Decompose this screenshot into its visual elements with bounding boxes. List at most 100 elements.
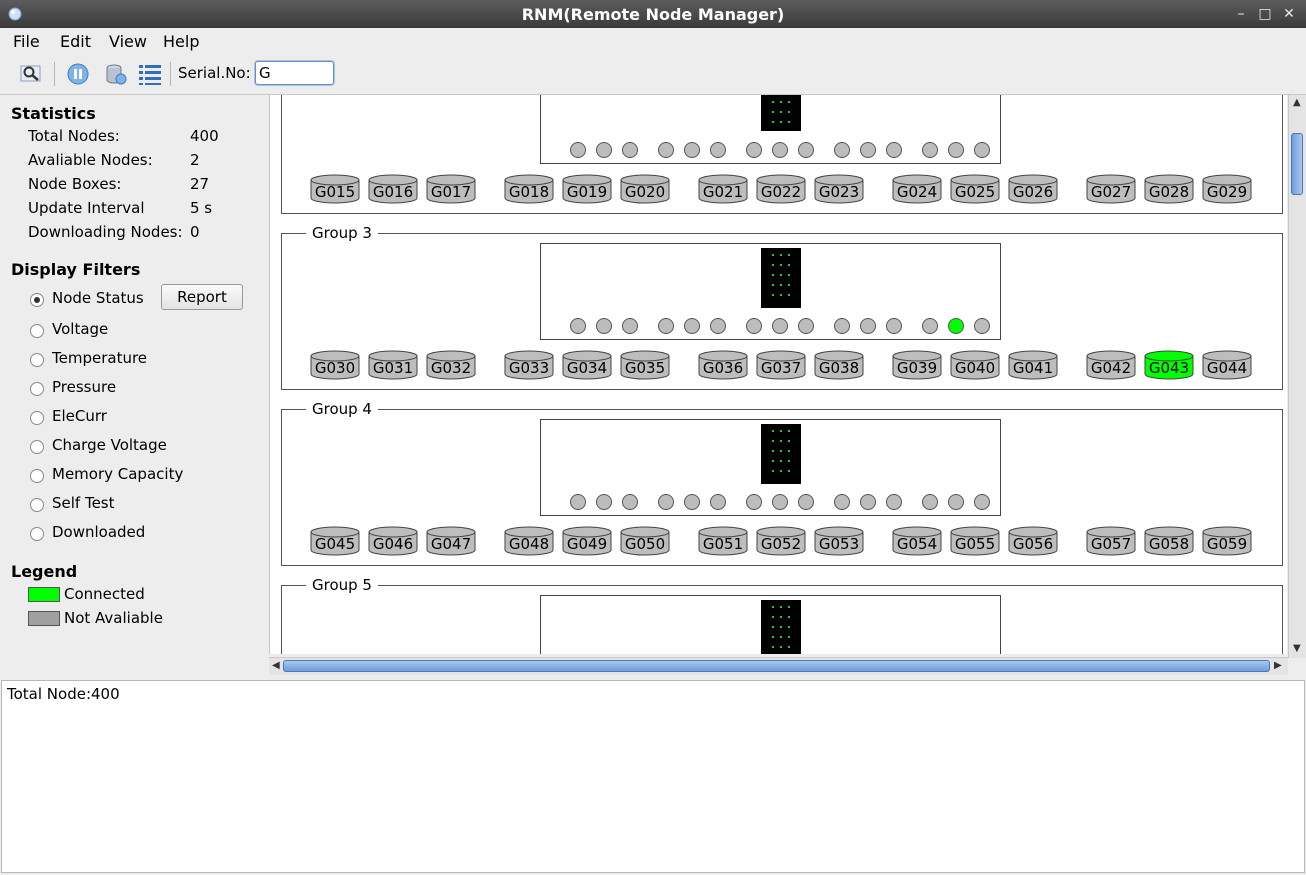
scroll-up-icon[interactable]: ▲ — [1293, 97, 1301, 108]
status-dot[interactable] — [834, 142, 850, 158]
node-cylinder[interactable]: G055 — [950, 526, 1000, 556]
node-cylinder[interactable]: G024 — [892, 174, 942, 204]
radio-node-status[interactable] — [30, 293, 44, 307]
report-button[interactable]: Report — [161, 284, 243, 310]
node-cylinder[interactable]: G021 — [698, 174, 748, 204]
status-dot[interactable] — [596, 494, 612, 510]
node-cylinder[interactable]: G019 — [562, 174, 612, 204]
status-dot[interactable] — [570, 142, 586, 158]
status-dot[interactable] — [886, 142, 902, 158]
radio-label[interactable]: EleCurr — [52, 407, 107, 425]
node-cylinder[interactable]: G022 — [756, 174, 806, 204]
radio-label[interactable]: Self Test — [52, 494, 115, 512]
status-dot[interactable] — [622, 142, 638, 158]
scroll-down-icon[interactable]: ▼ — [1293, 643, 1301, 654]
node-cylinder[interactable]: G031 — [368, 350, 418, 380]
node-cylinder[interactable]: G046 — [368, 526, 418, 556]
node-cylinder[interactable]: G030 — [310, 350, 360, 380]
node-cylinder[interactable]: G016 — [368, 174, 418, 204]
radio-label[interactable]: Charge Voltage — [52, 436, 167, 454]
node-cylinder[interactable]: G027 — [1086, 174, 1136, 204]
node-cylinder[interactable]: G048 — [504, 526, 554, 556]
status-dot[interactable] — [684, 318, 700, 334]
status-dot[interactable] — [684, 142, 700, 158]
node-cylinder[interactable]: G050 — [620, 526, 670, 556]
node-cylinder[interactable]: G056 — [1008, 526, 1058, 556]
radio-label[interactable]: Voltage — [52, 320, 108, 338]
status-dot[interactable] — [710, 318, 726, 334]
status-dot[interactable] — [658, 494, 674, 510]
status-dot[interactable] — [746, 142, 762, 158]
node-cylinder[interactable]: G025 — [950, 174, 1000, 204]
node-cylinder[interactable]: G018 — [504, 174, 554, 204]
node-cylinder[interactable]: G026 — [1008, 174, 1058, 204]
database-icon[interactable] — [103, 61, 129, 87]
node-cylinder[interactable]: G053 — [814, 526, 864, 556]
status-dot[interactable] — [658, 142, 674, 158]
status-dot[interactable] — [772, 494, 788, 510]
minimize-button[interactable]: – — [1231, 4, 1251, 24]
status-dot[interactable] — [922, 318, 938, 334]
radio-label[interactable]: Downloaded — [52, 523, 145, 541]
status-dot[interactable] — [684, 494, 700, 510]
status-dot[interactable] — [622, 318, 638, 334]
node-cylinder[interactable]: G039 — [892, 350, 942, 380]
node-cylinder[interactable]: G059 — [1202, 526, 1252, 556]
radio-charge-voltage[interactable] — [30, 440, 44, 454]
maximize-button[interactable]: □ — [1255, 4, 1275, 24]
status-dot[interactable] — [886, 318, 902, 334]
status-dot[interactable] — [710, 494, 726, 510]
node-cylinder[interactable]: G044 — [1202, 350, 1252, 380]
radio-voltage[interactable] — [30, 324, 44, 338]
status-dot[interactable] — [834, 494, 850, 510]
vertical-scroll-thumb[interactable] — [1291, 133, 1303, 195]
node-cylinder[interactable]: G041 — [1008, 350, 1058, 380]
horizontal-scroll-thumb[interactable] — [283, 660, 1270, 672]
status-dot[interactable] — [860, 494, 876, 510]
node-cylinder[interactable]: G052 — [756, 526, 806, 556]
node-cylinder[interactable]: G033 — [504, 350, 554, 380]
scroll-right-icon[interactable]: ▶ — [1274, 660, 1282, 671]
horizontal-scrollbar[interactable]: ◀ ▶ — [269, 657, 1288, 675]
status-dot[interactable] — [860, 318, 876, 334]
radio-self-test[interactable] — [30, 498, 44, 512]
node-cylinder[interactable]: G023 — [814, 174, 864, 204]
status-dot[interactable] — [798, 318, 814, 334]
list-icon[interactable] — [137, 61, 163, 87]
status-dot[interactable] — [948, 318, 964, 334]
search-icon[interactable] — [18, 61, 44, 87]
node-cylinder[interactable]: G040 — [950, 350, 1000, 380]
status-dot[interactable] — [570, 318, 586, 334]
radio-elecurr[interactable] — [30, 411, 44, 425]
status-dot[interactable] — [886, 494, 902, 510]
node-cylinder[interactable]: G057 — [1086, 526, 1136, 556]
node-cylinder[interactable]: G032 — [426, 350, 476, 380]
radio-label[interactable]: Node Status — [52, 289, 144, 307]
status-dot[interactable] — [948, 494, 964, 510]
status-dot[interactable] — [772, 142, 788, 158]
node-cylinder[interactable]: G034 — [562, 350, 612, 380]
node-cylinder[interactable]: G042 — [1086, 350, 1136, 380]
node-cylinder[interactable]: G029 — [1202, 174, 1252, 204]
status-dot[interactable] — [622, 494, 638, 510]
status-dot[interactable] — [922, 494, 938, 510]
node-cylinder[interactable]: G047 — [426, 526, 476, 556]
status-dot[interactable] — [772, 318, 788, 334]
vertical-scrollbar[interactable]: ▲ ▼ — [1288, 95, 1306, 658]
status-dot[interactable] — [798, 494, 814, 510]
node-cylinder[interactable]: G017 — [426, 174, 476, 204]
node-cylinder[interactable]: G020 — [620, 174, 670, 204]
status-dot[interactable] — [834, 318, 850, 334]
status-dot[interactable] — [710, 142, 726, 158]
node-cylinder[interactable]: G028 — [1144, 174, 1194, 204]
status-dot[interactable] — [746, 494, 762, 510]
serial-input[interactable] — [255, 61, 334, 85]
status-dot[interactable] — [596, 142, 612, 158]
menu-file[interactable]: File — [13, 32, 40, 51]
node-cylinder[interactable]: G036 — [698, 350, 748, 380]
node-cylinder[interactable]: G051 — [698, 526, 748, 556]
radio-label[interactable]: Memory Capacity — [52, 465, 183, 483]
menu-help[interactable]: Help — [163, 32, 199, 51]
status-dot[interactable] — [974, 318, 990, 334]
menu-edit[interactable]: Edit — [60, 32, 91, 51]
